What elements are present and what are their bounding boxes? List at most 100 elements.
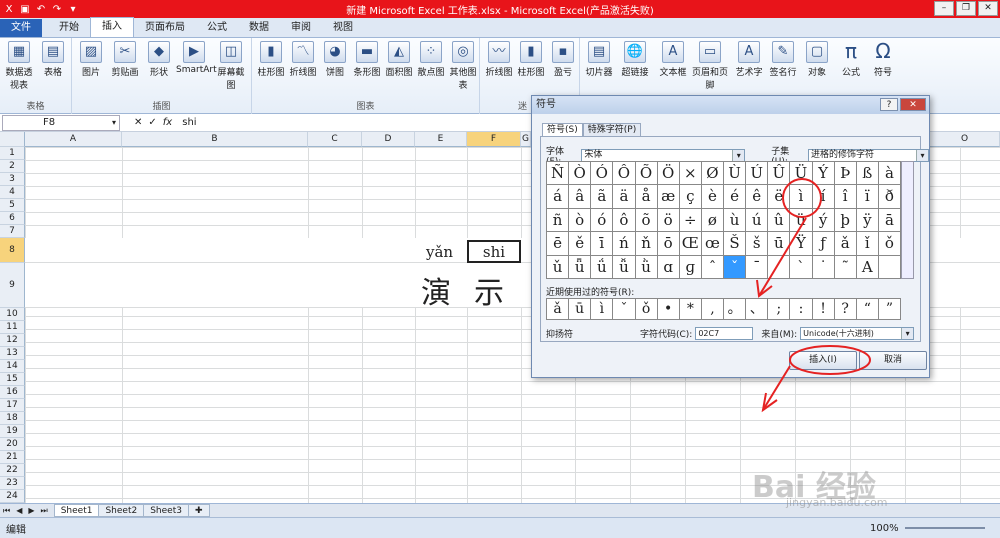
slicer-button[interactable]: ▤ 切片器 <box>582 41 616 78</box>
symbol-cell[interactable]: × <box>679 162 702 186</box>
symbol-cell[interactable]: ī <box>591 232 614 256</box>
symbol-cell[interactable]: â <box>569 185 592 209</box>
recent-symbol-cell[interactable]: ; <box>768 299 791 320</box>
sheet-tab-2[interactable]: Sheet2 <box>98 504 145 517</box>
row-header[interactable]: 14 <box>0 360 25 373</box>
symbol-grid[interactable]: Ñ Ò Ó Ô Õ Ö × Ø Ù Ú Û Ü Ý Þß à á â ã ä å æ ç è é ê ë ì í î ï ð ñ ò ó ô õ ö ÷ ø… <box>546 161 901 279</box>
object-button[interactable]: ▢ 对象 <box>800 41 834 78</box>
tab-data[interactable]: 数据 <box>238 19 280 37</box>
symbol-cell[interactable]: Õ <box>635 162 658 186</box>
symbol-cell[interactable]: ý <box>812 208 835 233</box>
symbol-cell[interactable]: ï <box>856 185 879 209</box>
table-button[interactable]: ▤ 表格 <box>36 41 70 78</box>
sheet-nav-next-icon[interactable]: ▶ <box>25 506 37 515</box>
name-box[interactable]: F8 ▾ <box>2 114 120 131</box>
row-header[interactable]: 19 <box>0 425 25 438</box>
cancel-button[interactable]: 取消 <box>859 351 927 370</box>
tab-page-layout[interactable]: 页面布局 <box>134 19 196 37</box>
symbol-cell[interactable]: ǔ <box>547 255 570 279</box>
symbol-cell[interactable] <box>878 255 901 279</box>
cancel-icon[interactable]: ✕ <box>134 117 142 128</box>
symbol-cell[interactable]: ˉ <box>746 255 769 279</box>
close-icon[interactable]: ✕ <box>978 1 998 16</box>
line-chart-button[interactable]: 〽折线图 <box>286 41 320 78</box>
sheet-nav-prev-icon[interactable]: ◀ <box>13 506 25 515</box>
symbol-cell[interactable]: Š <box>724 232 747 256</box>
symbol-cell[interactable]: þ <box>834 208 857 233</box>
symbol-cell[interactable]: Ó <box>591 162 614 186</box>
row-header[interactable]: 1 <box>0 147 25 160</box>
symbol-cell[interactable]: ˇ <box>724 255 747 279</box>
row-header[interactable]: 18 <box>0 412 25 425</box>
symbol-cell[interactable]: ń <box>613 232 636 256</box>
row-header[interactable]: 15 <box>0 373 25 386</box>
new-sheet-icon[interactable]: ✚ <box>187 504 210 517</box>
symbol-cell[interactable]: é <box>724 185 747 209</box>
recent-symbol-cell[interactable]: ǎ <box>547 299 570 320</box>
symbol-cell[interactable]: ð <box>878 185 901 209</box>
recent-symbol-cell[interactable]: ū <box>569 299 592 320</box>
column-header[interactable]: B <box>122 132 308 147</box>
symbol-cell[interactable]: ō <box>657 232 680 256</box>
symbol-cell[interactable]: Þ <box>834 162 857 186</box>
smartart-button[interactable]: ▶ SmartArt <box>176 41 217 75</box>
symbol-cell[interactable]: š <box>746 232 769 256</box>
symbol-cell[interactable]: ì <box>790 185 813 209</box>
row-header[interactable]: 24 <box>0 490 25 503</box>
symbol-cell[interactable]: œ <box>701 232 724 256</box>
header-footer-button[interactable]: ▭ 页眉和页脚 <box>690 41 730 91</box>
symbol-cell[interactable]: ü <box>790 208 813 233</box>
column-header[interactable]: F <box>467 132 521 147</box>
minimize-icon[interactable]: – <box>934 1 954 16</box>
symbol-cell[interactable]: ò <box>569 208 592 233</box>
tab-file[interactable]: 文件 <box>0 19 42 37</box>
tab-formulas[interactable]: 公式 <box>196 19 238 37</box>
symbol-cell[interactable]: ê <box>746 185 769 209</box>
symbol-cell[interactable]: ö <box>657 208 680 233</box>
row-header[interactable]: 11 <box>0 321 25 334</box>
symbol-cell[interactable]: õ <box>635 208 658 233</box>
symbol-cell[interactable]: Œ <box>679 232 702 256</box>
symbol-cell[interactable]: ɡ <box>679 255 702 279</box>
tab-insert[interactable]: 插入 <box>90 17 134 37</box>
symbol-cell[interactable]: ǐ <box>856 232 879 256</box>
chevron-down-icon[interactable]: ▾ <box>112 116 116 130</box>
tab-view[interactable]: 视图 <box>322 19 364 37</box>
recent-symbol-cell[interactable]: • <box>657 299 680 320</box>
zoom-level[interactable]: 100% <box>870 523 899 534</box>
cell-f8-active[interactable]: shi <box>467 240 521 263</box>
sheet-nav-first-icon[interactable]: ⏮ <box>0 506 13 516</box>
other-charts-button[interactable]: ◎ 其他图表 <box>446 41 480 91</box>
column-header[interactable]: D <box>362 132 415 147</box>
cell-e8[interactable]: yǎn <box>426 243 453 261</box>
from-select[interactable]: Unicode(十六进制) <box>800 327 915 340</box>
row-header[interactable]: 12 <box>0 334 25 347</box>
symbol-cell[interactable]: ā <box>878 208 901 233</box>
recent-symbol-cell[interactable]: ? <box>834 299 857 320</box>
row-header[interactable]: 23 <box>0 477 25 490</box>
symbol-cell[interactable]: ç <box>679 185 702 209</box>
symbol-cell[interactable]: ó <box>591 208 614 233</box>
sparkline-column-button[interactable]: ▮ 柱形图 <box>514 41 548 78</box>
symbol-cell[interactable]: Ò <box>569 162 592 186</box>
wordart-button[interactable]: A 艺术字 <box>732 41 766 78</box>
row-header[interactable]: 22 <box>0 464 25 477</box>
cell-e9[interactable]: 演 <box>421 268 451 312</box>
symbol-cell[interactable]: ǘ <box>591 255 614 279</box>
symbol-cell[interactable]: ˋ <box>790 255 813 279</box>
cell-f9[interactable]: 示 <box>474 268 504 312</box>
symbol-cell[interactable]: ǖ <box>569 255 592 279</box>
bar-chart-button[interactable]: ▬ 条形图 <box>350 41 384 78</box>
recent-symbol-cell[interactable]: 。 <box>724 299 747 320</box>
sheet-tab-1[interactable]: Sheet1 <box>53 504 100 517</box>
tab-special-characters[interactable]: 特殊字符(P) <box>582 123 642 137</box>
row-header[interactable]: 7 <box>0 225 25 238</box>
column-header[interactable]: A <box>25 132 122 147</box>
screenshot-button[interactable]: ◫ 屏幕截图 <box>214 41 248 91</box>
symbol-cell[interactable]: ˜ <box>834 255 857 279</box>
recent-symbols-grid[interactable]: ǎ ū ì ˇ ǒ • *,。、;:!? “” <box>546 298 901 320</box>
recent-symbol-cell[interactable]: “ <box>856 299 879 320</box>
symbol-cell[interactable]: ñ <box>547 208 570 233</box>
sparkline-line-button[interactable]: 〰折线图 <box>482 41 516 78</box>
symbol-cell[interactable]: ú <box>746 208 769 233</box>
